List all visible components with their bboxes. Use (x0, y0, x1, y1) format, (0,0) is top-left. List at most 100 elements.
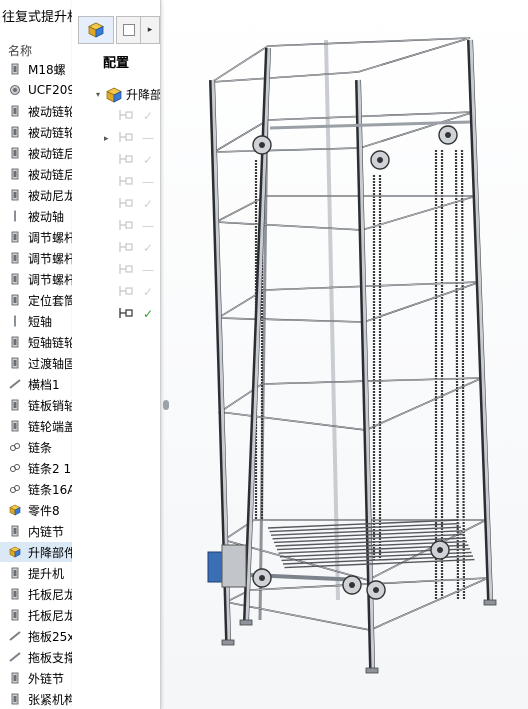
expand-arrow-icon[interactable]: ▸ (104, 134, 109, 144)
part-icon (8, 587, 22, 601)
checkmark-icon: ✓ (142, 241, 154, 255)
sprocket-hub (437, 547, 443, 553)
beam-icon (8, 650, 22, 664)
tree-item[interactable]: 托板尼龙 (0, 584, 72, 604)
chain-icon (8, 461, 22, 475)
part-icon (8, 62, 22, 76)
config-item[interactable]: ✓ (118, 196, 158, 212)
tree-item[interactable]: 链条16A (0, 479, 72, 499)
tree-item-label: 调节螺杆 (28, 272, 73, 287)
config-item[interactable]: ✓ (118, 152, 158, 168)
tree-item[interactable]: 被动链后 (0, 164, 72, 184)
config-item[interactable]: — (118, 174, 158, 190)
tree-item[interactable]: 托板尼龙 (0, 605, 72, 625)
bearing-icon (8, 83, 22, 97)
checkmark-icon: ✓ (142, 197, 154, 211)
configuration-icon (118, 174, 134, 191)
tree-item-label: M18螺 (28, 62, 66, 77)
config-item[interactable]: — (118, 262, 158, 278)
dash-icon: — (142, 175, 154, 189)
corner-post-face (245, 47, 271, 621)
chain (454, 149, 460, 601)
tree-item[interactable]: 张紧机构 (0, 689, 72, 709)
level-frame (211, 37, 471, 83)
tree-item[interactable]: UCF209 (0, 80, 72, 100)
tree-item[interactable]: 被动链后 (0, 143, 72, 163)
config-item[interactable]: — (118, 130, 158, 146)
tree-item[interactable]: 过渡轴固 (0, 353, 72, 373)
tree-item[interactable]: 被动尼龙 (0, 185, 72, 205)
sprocket-hub (349, 582, 355, 588)
tree-item-label: 短轴链轮 (28, 335, 73, 350)
tree-item[interactable]: 内链节 (0, 521, 72, 541)
tree-item-label: 被动轴 (28, 209, 65, 224)
tree-item[interactable]: 链轮端盖 (0, 416, 72, 436)
expand-arrow-icon[interactable]: ▾ (96, 90, 100, 99)
chevron-right-icon[interactable]: ▸ (148, 25, 153, 35)
config-item[interactable]: — (118, 218, 158, 234)
beam-icon (8, 629, 22, 643)
tree-item-label: 定位套筒 (28, 293, 73, 308)
part-icon (8, 293, 22, 307)
shaft-icon (8, 314, 22, 328)
configuration-icon (118, 284, 134, 301)
sprocket-hub (377, 157, 383, 163)
tree-item[interactable]: 被动链轮 (0, 101, 72, 121)
tree-item[interactable]: 调节螺杆 (0, 269, 72, 289)
tree-item[interactable]: 被动轴 (0, 206, 72, 226)
tree-item[interactable]: 短轴链轮 (0, 332, 72, 352)
config-root[interactable]: ▾ 升降部件 (96, 86, 161, 103)
tree-item[interactable]: 拖板25x (0, 626, 72, 646)
tree-item[interactable]: 链板销轴 (0, 395, 72, 415)
config-item[interactable]: ✓ (118, 240, 158, 256)
platform-slat (284, 558, 475, 569)
tree-item[interactable]: 拖板支撑 (0, 647, 72, 667)
tree-item[interactable]: 短轴 (0, 311, 72, 331)
config-root-label: 升降部件 (126, 88, 161, 102)
tree-item-label: 过渡轴固 (28, 356, 73, 371)
tree-item[interactable]: 外链节 (0, 668, 72, 688)
part-icon (8, 419, 22, 433)
tree-item[interactable]: 被动链轮 (0, 122, 72, 142)
tree-item[interactable]: 横档1 (0, 374, 72, 394)
panel-tabs: ▸ (78, 16, 160, 44)
config-title: 配置 (102, 56, 129, 71)
tree-item[interactable]: 调节螺杆 (0, 227, 72, 247)
configuration-icon (118, 196, 134, 213)
tab-configuration-manager[interactable] (78, 16, 114, 44)
tree-item-label: 被动链后 (28, 167, 73, 182)
configuration-icon (118, 218, 134, 235)
tree-item[interactable]: 链条 (0, 437, 72, 457)
chain-icon (8, 440, 22, 454)
config-item[interactable]: ✓ (118, 306, 158, 322)
configuration-icon (118, 240, 134, 257)
tree-item[interactable]: 提升机 (0, 563, 72, 583)
tree-item[interactable]: 链条2 1 (0, 458, 72, 478)
tree-item[interactable]: 定位套筒 (0, 290, 72, 310)
tab-dimxpert[interactable] (116, 16, 142, 44)
tree-item-label: 调节螺杆 (28, 251, 73, 266)
tree-item[interactable]: 零件8 (0, 500, 72, 520)
tree-item[interactable]: 升降部件 (0, 542, 72, 562)
part-icon (8, 272, 22, 286)
feature-tree-panel[interactable]: 往复式提升机 名称 M18螺 UCF209 被动链轮 被动链轮 被动链后 被动链后 被动尼龙… (0, 0, 73, 709)
tab-scroll-arrows[interactable]: ▸ (140, 16, 160, 44)
panel-splitter-handle[interactable] (163, 400, 169, 410)
cube-icon (88, 22, 104, 38)
assembly-icon (8, 503, 22, 517)
graphics-viewport[interactable] (160, 0, 528, 709)
config-item[interactable]: ✓ (118, 108, 158, 124)
configuration-icon (118, 130, 134, 147)
assembly-title: 往复式提升机 (2, 10, 73, 25)
foot-plate (483, 599, 497, 606)
part-icon (8, 692, 22, 706)
part-icon (8, 566, 22, 580)
config-item[interactable]: ✓ (118, 284, 158, 300)
platform-slat (267, 519, 459, 529)
lift-tower-model (207, 37, 497, 674)
gearbox (221, 544, 247, 588)
tree-item[interactable]: M18螺 (0, 59, 72, 79)
dash-icon: — (142, 131, 154, 145)
configuration-panel[interactable]: ▸ 配置 ▾ 升降部件 ✓ — ✓ — ✓ — ✓ — ✓ ✓ ▸ (72, 0, 161, 709)
tree-item[interactable]: 调节螺杆 (0, 248, 72, 268)
